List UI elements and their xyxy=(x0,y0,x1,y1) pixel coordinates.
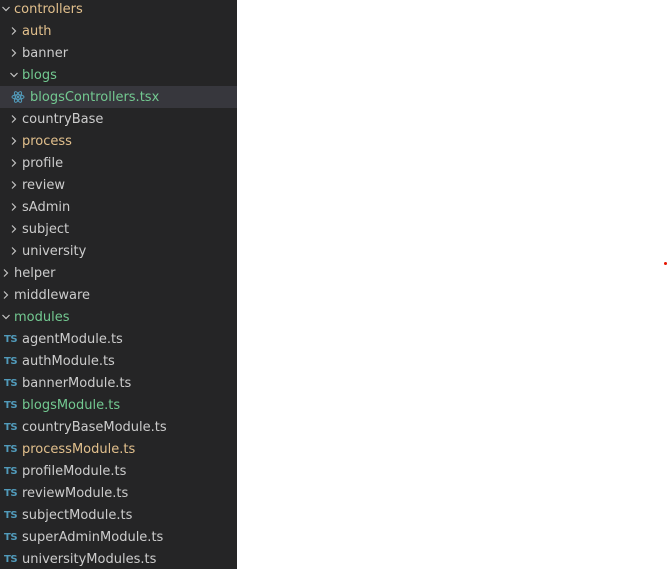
file-label: blogsModule.ts xyxy=(22,397,121,413)
folder-university[interactable]: university xyxy=(0,240,237,262)
folder-sadmin[interactable]: sAdmin xyxy=(0,196,237,218)
file-label: profileModule.ts xyxy=(22,463,127,479)
folder-label: subject xyxy=(22,221,70,237)
chevron-right-icon xyxy=(8,133,20,149)
file-authmodule-ts[interactable]: TS authModule.ts xyxy=(0,350,237,372)
chevron-right-icon xyxy=(8,155,20,171)
chevron-right-icon xyxy=(0,265,12,281)
file-reviewmodule-ts[interactable]: TS reviewModule.ts xyxy=(0,482,237,504)
folder-label: countryBase xyxy=(22,111,104,127)
file-label: superAdminModule.ts xyxy=(22,529,164,545)
file-profilemodule-ts[interactable]: TS profileModule.ts xyxy=(0,460,237,482)
file-label: countryBaseModule.ts xyxy=(22,419,167,435)
react-icon xyxy=(10,89,26,105)
folder-label: sAdmin xyxy=(22,199,71,215)
file-universitymodules-ts[interactable]: TS universityModules.ts xyxy=(0,548,237,569)
folder-auth[interactable]: auth xyxy=(0,20,237,42)
chevron-right-icon xyxy=(0,287,12,303)
folder-helper[interactable]: helper xyxy=(0,262,237,284)
file-label: universityModules.ts xyxy=(22,551,157,567)
chevron-right-icon xyxy=(8,111,20,127)
folder-label: banner xyxy=(22,45,69,61)
folder-modules[interactable]: modules xyxy=(0,306,237,328)
typescript-file-icon: TS xyxy=(4,443,18,455)
file-label: bannerModule.ts xyxy=(22,375,132,391)
folder-label: profile xyxy=(22,155,64,171)
file-bannermodule-ts[interactable]: TS bannerModule.ts xyxy=(0,372,237,394)
folder-label: middleware xyxy=(14,287,91,303)
file-label: reviewModule.ts xyxy=(22,485,129,501)
typescript-file-icon: TS xyxy=(4,421,18,433)
folder-subject[interactable]: subject xyxy=(0,218,237,240)
typescript-file-icon: TS xyxy=(4,509,18,521)
typescript-file-icon: TS xyxy=(4,553,18,565)
folder-middleware[interactable]: middleware xyxy=(0,284,237,306)
red-dot-marker xyxy=(664,262,667,265)
folder-countrybase[interactable]: countryBase xyxy=(0,108,237,130)
typescript-file-icon: TS xyxy=(4,487,18,499)
file-label: authModule.ts xyxy=(22,353,115,369)
typescript-file-icon: TS xyxy=(4,399,18,411)
folder-label: process xyxy=(22,133,72,149)
chevron-right-icon xyxy=(8,243,20,259)
folder-label: helper xyxy=(14,265,56,281)
folder-label: blogs xyxy=(22,67,57,83)
folder-label: auth xyxy=(22,23,52,39)
chevron-right-icon xyxy=(8,23,20,39)
typescript-file-icon: TS xyxy=(4,531,18,543)
typescript-file-icon: TS xyxy=(4,465,18,477)
chevron-right-icon xyxy=(8,45,20,61)
folder-controllers[interactable]: controllers xyxy=(0,0,237,20)
folder-banner[interactable]: banner xyxy=(0,42,237,64)
folder-label: university xyxy=(22,243,87,259)
folder-label: controllers xyxy=(14,1,83,17)
file-agentmodule-ts[interactable]: TS agentModule.ts xyxy=(0,328,237,350)
file-processmodule-ts[interactable]: TS processModule.ts xyxy=(0,438,237,460)
chevron-down-icon xyxy=(8,67,20,83)
file-label: processModule.ts xyxy=(22,441,136,457)
folder-process[interactable]: process xyxy=(0,130,237,152)
folder-profile[interactable]: profile xyxy=(0,152,237,174)
typescript-file-icon: TS xyxy=(4,377,18,389)
folder-label: review xyxy=(22,177,65,193)
file-blogsmodule-ts[interactable]: TS blogsModule.ts xyxy=(0,394,237,416)
file-countrybasemodule-ts[interactable]: TS countryBaseModule.ts xyxy=(0,416,237,438)
file-superadminmodule-ts[interactable]: TS superAdminModule.ts xyxy=(0,526,237,548)
chevron-down-icon xyxy=(0,309,12,325)
chevron-right-icon xyxy=(8,199,20,215)
folder-label: modules xyxy=(14,309,70,325)
file-label: agentModule.ts xyxy=(22,331,123,347)
chevron-right-icon xyxy=(8,221,20,237)
file-blogscontrollers-tsx[interactable]: blogsControllers.tsx xyxy=(0,86,237,108)
file-label: blogsControllers.tsx xyxy=(30,89,160,105)
file-explorer: controllers auth banner blogs blogsControlle… xyxy=(0,0,237,569)
file-subjectmodule-ts[interactable]: TS subjectModule.ts xyxy=(0,504,237,526)
chevron-down-icon xyxy=(0,1,12,17)
typescript-file-icon: TS xyxy=(4,333,18,345)
file-label: subjectModule.ts xyxy=(22,507,133,523)
folder-review[interactable]: review xyxy=(0,174,237,196)
folder-blogs[interactable]: blogs xyxy=(0,64,237,86)
chevron-right-icon xyxy=(8,177,20,193)
typescript-file-icon: TS xyxy=(4,355,18,367)
